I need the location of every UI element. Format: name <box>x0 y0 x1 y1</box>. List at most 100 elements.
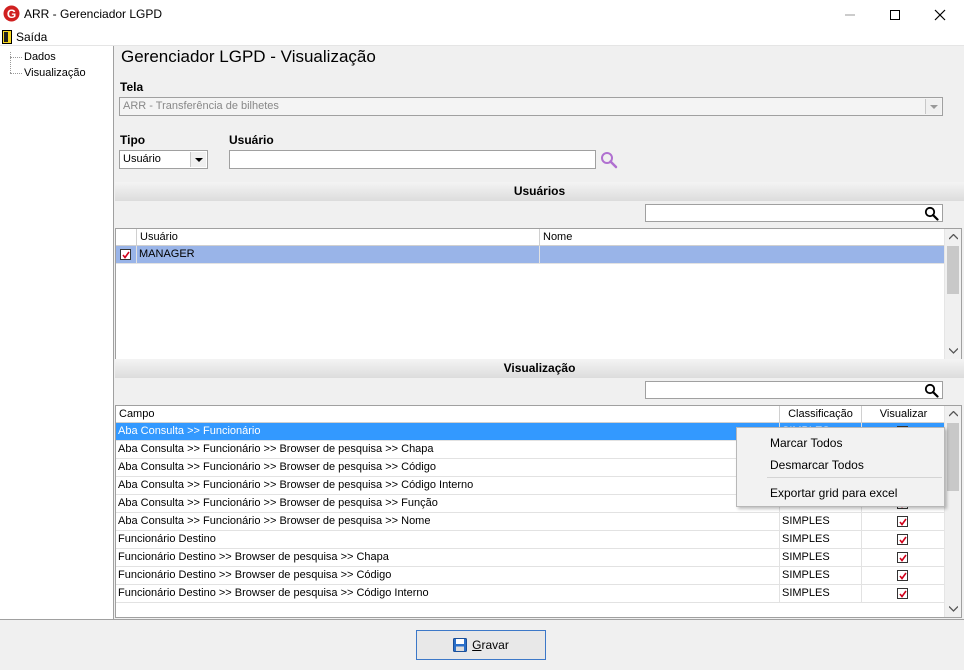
save-label-rest: ravar <box>481 638 509 652</box>
scroll-up-icon[interactable] <box>949 234 958 240</box>
users-scroll-thumb[interactable] <box>947 246 959 294</box>
ctx-exportar-excel[interactable]: Exportar grid para excel <box>770 486 897 500</box>
checkmark-icon <box>899 590 907 598</box>
app-logo-icon: G <box>3 5 20 22</box>
visualizar-checkbox[interactable] <box>897 552 908 563</box>
ctx-desmarcar-todos[interactable]: Desmarcar Todos <box>770 458 864 472</box>
row-campo: Aba Consulta >> Funcionário >> Browser d… <box>116 477 780 494</box>
search-icon[interactable] <box>924 206 939 221</box>
tela-dropdown-button[interactable] <box>925 99 941 114</box>
row-classificacao: SIMPLES <box>780 513 862 530</box>
row-campo: Funcionário Destino >> Browser de pesqui… <box>116 549 780 566</box>
usuario-input[interactable] <box>229 150 596 169</box>
row-campo: Aba Consulta >> Funcionário >> Browser d… <box>116 441 780 458</box>
svg-text:G: G <box>7 7 16 21</box>
ctx-separator <box>767 477 942 478</box>
tree-item-dados[interactable]: Dados <box>10 50 56 64</box>
title-bar: G ARR - Gerenciador LGPD <box>0 0 964 28</box>
scroll-down-icon[interactable] <box>949 606 958 612</box>
menu-bar: Saída <box>0 28 964 46</box>
table-row[interactable]: MANAGER <box>116 246 944 264</box>
close-icon <box>934 9 946 21</box>
users-col-check <box>116 229 137 245</box>
search-icon[interactable] <box>924 383 939 398</box>
checkmark-icon <box>899 572 907 580</box>
view-filter-input[interactable] <box>645 381 943 399</box>
visualizar-checkbox[interactable] <box>897 570 908 581</box>
table-row[interactable]: Funcionário Destino SIMPLES <box>116 531 944 549</box>
row-classificacao: SIMPLES <box>780 549 862 566</box>
row-visualizar <box>862 549 945 566</box>
view-grid-scrollbar[interactable] <box>944 406 961 617</box>
row-classificacao: SIMPLES <box>780 585 862 602</box>
row-campo: Funcionário Destino >> Browser de pesqui… <box>116 585 780 602</box>
tela-combobox[interactable]: ARR - Transferência de bilhetes <box>119 97 943 116</box>
tree-item-label: Dados <box>24 51 56 63</box>
minimize-icon <box>845 14 855 16</box>
usuario-label: Usuário <box>229 133 274 147</box>
view-section-header: Visualização <box>115 359 964 378</box>
navigation-tree: Dados Visualização <box>0 46 114 619</box>
row-campo: Aba Consulta >> Funcionário <box>116 423 780 440</box>
users-grid-scrollbar[interactable] <box>944 229 961 359</box>
tree-item-visualizacao[interactable]: Visualização <box>10 66 86 80</box>
tree-item-label: Visualização <box>24 67 86 79</box>
row-campo: Aba Consulta >> Funcionário >> Browser d… <box>116 495 780 512</box>
floppy-disk-icon <box>453 638 468 652</box>
menu-exit-label: Saída <box>16 30 48 44</box>
view-col-visualizar[interactable]: Visualizar <box>862 406 945 422</box>
users-grid: Usuário Nome MANAGER <box>115 228 962 360</box>
row-classificacao: SIMPLES <box>780 531 862 548</box>
row-campo: Aba Consulta >> Funcionário >> Browser d… <box>116 513 780 530</box>
row-visualizar <box>862 531 945 548</box>
save-mnemonic: G <box>472 638 482 652</box>
save-label: Gravar <box>472 638 509 652</box>
scroll-down-icon[interactable] <box>949 348 958 354</box>
tipo-combobox[interactable]: Usuário <box>119 150 208 169</box>
scroll-up-icon[interactable] <box>949 411 958 417</box>
page-title: Gerenciador LGPD - Visualização <box>121 47 376 66</box>
table-row[interactable]: Funcionário Destino >> Browser de pesqui… <box>116 567 944 585</box>
table-row[interactable]: Aba Consulta >> Funcionário >> Browser d… <box>116 513 944 531</box>
visualizar-checkbox[interactable] <box>897 516 908 527</box>
tipo-dropdown-button[interactable] <box>190 152 206 167</box>
row-visualizar <box>862 567 945 584</box>
tree-branch <box>10 56 22 58</box>
tela-value: ARR - Transferência de bilhetes <box>123 100 279 112</box>
menu-exit[interactable]: Saída <box>2 29 47 45</box>
tree-branch <box>10 72 22 74</box>
user-checkbox[interactable] <box>120 249 131 260</box>
row-classificacao: SIMPLES <box>780 567 862 584</box>
maximize-icon <box>890 10 900 20</box>
users-section-header: Usuários <box>115 182 964 201</box>
checkmark-icon <box>899 554 907 562</box>
ctx-marcar-todos[interactable]: Marcar Todos <box>770 436 842 450</box>
row-visualizar <box>862 513 945 530</box>
checkmark-icon <box>899 536 907 544</box>
close-button[interactable] <box>917 0 963 28</box>
tela-label: Tela <box>120 80 144 94</box>
row-nome <box>540 246 945 263</box>
visualizar-checkbox[interactable] <box>897 534 908 545</box>
view-col-classificacao[interactable]: Classificação <box>780 406 862 422</box>
window-title: ARR - Gerenciador LGPD <box>24 7 163 21</box>
table-row[interactable]: Funcionário Destino >> Browser de pesqui… <box>116 549 944 567</box>
view-grid-header: Campo Classificação Visualizar <box>116 406 944 423</box>
chevron-down-icon <box>930 105 938 109</box>
context-menu: Marcar Todos Desmarcar Todos Exportar gr… <box>736 427 945 507</box>
search-icon[interactable] <box>600 151 618 169</box>
view-scroll-thumb[interactable] <box>947 423 959 491</box>
table-row[interactable]: Funcionário Destino >> Browser de pesqui… <box>116 585 944 603</box>
users-col-nome[interactable]: Nome <box>540 229 945 245</box>
users-col-usuario[interactable]: Usuário <box>137 229 540 245</box>
users-filter-input[interactable] <box>645 204 943 222</box>
tipo-label: Tipo <box>120 133 146 147</box>
minimize-button[interactable] <box>827 0 873 28</box>
row-check-cell <box>116 246 137 263</box>
maximize-button[interactable] <box>872 0 918 28</box>
save-button[interactable]: Gravar <box>416 630 546 660</box>
row-visualizar <box>862 585 945 602</box>
row-usuario: MANAGER <box>137 246 540 263</box>
view-col-campo[interactable]: Campo <box>116 406 780 422</box>
visualizar-checkbox[interactable] <box>897 588 908 599</box>
